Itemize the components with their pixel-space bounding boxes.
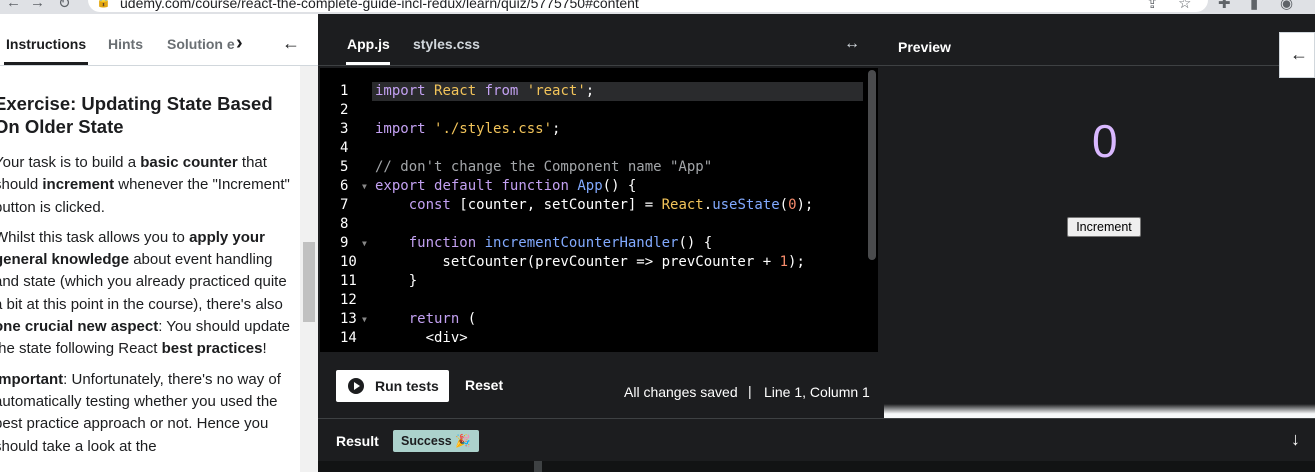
play-icon <box>348 378 364 394</box>
line-number: 4 <box>340 140 349 156</box>
instructions-content: Exercise: Updating State Based On Older … <box>0 92 294 466</box>
counter-value: 0 <box>1092 115 1118 167</box>
forward-nav-icon[interactable]: → <box>30 0 45 11</box>
result-output-area <box>318 461 1315 472</box>
code-line[interactable]: function incrementCounterHandler() { <box>375 234 712 253</box>
instruction-paragraph: Whilst this task allows you to apply you… <box>0 228 291 358</box>
editor-tabbar: App.js styles.css ↔ <box>318 14 881 66</box>
bookmark-star-icon[interactable]: ☆ <box>1178 0 1191 12</box>
result-bar: Result Success 🎉 ↓ <box>318 418 1315 472</box>
code-line[interactable]: const [counter, setCounter] = React.useS… <box>375 196 814 215</box>
exercise-title: Exercise: Updating State Based On Older … <box>0 93 273 137</box>
run-tests-label: Run tests <box>375 378 439 394</box>
preview-header: Preview ↔ <box>881 14 1315 66</box>
sidepanel-icon[interactable]: ▮ <box>1250 0 1258 12</box>
preview-frame: 0 Increment <box>884 66 1315 404</box>
line-number: 1 <box>340 83 349 99</box>
line-number: 2 <box>340 102 349 118</box>
chevron-right-icon[interactable]: › <box>236 32 243 55</box>
code-editor[interactable]: 1 2 3 4 5 6 7 8 9 10 11 12 13 14 ▼ ▼ ▼ i… <box>320 68 878 352</box>
line-number: 3 <box>340 121 349 137</box>
run-tests-button[interactable]: Run tests <box>336 370 449 402</box>
code-line[interactable]: } <box>375 272 417 291</box>
code-line[interactable]: export default function App() { <box>375 177 636 196</box>
reset-button[interactable]: Reset <box>465 377 503 393</box>
tab-hints[interactable]: Hints <box>108 36 143 52</box>
tab-app-js[interactable]: App.js <box>347 36 390 52</box>
instructions-tabbar: Instructions Hints Solution e › ← <box>0 14 318 66</box>
editor-active-tab-indicator <box>346 62 390 65</box>
fold-arrow-icon[interactable]: ▼ <box>362 177 367 196</box>
code-scrollbar[interactable] <box>868 70 876 260</box>
scrollbar-thumb[interactable] <box>303 242 315 322</box>
increment-button[interactable]: Increment <box>1067 217 1141 237</box>
code-line[interactable]: return ( <box>375 310 476 329</box>
code-line[interactable]: // don't change the Component name "App" <box>375 158 712 177</box>
line-number-gutter: 1 2 3 4 5 6 7 8 9 10 11 12 13 14 ▼ ▼ ▼ <box>320 68 370 352</box>
share-icon[interactable]: ⇪ <box>1146 0 1159 12</box>
tab-solution[interactable]: Solution e <box>167 36 235 52</box>
editor-footer: Run tests Reset All changes saved | Line… <box>318 352 881 418</box>
tab-instructions[interactable]: Instructions <box>6 36 86 52</box>
collapse-arrow-icon[interactable]: ← <box>282 33 300 54</box>
instruction-paragraph: Your task is to build a basic counter th… <box>0 154 290 216</box>
line-number: 11 <box>340 273 357 289</box>
instruction-paragraph: Important: Unfortunately, there's no way… <box>0 370 281 455</box>
arrow-down-icon[interactable]: ↓ <box>1291 429 1300 450</box>
expand-editor-icon[interactable]: ↔ <box>844 35 860 53</box>
status-separator: | <box>748 383 752 399</box>
back-nav-icon[interactable]: ← <box>6 0 21 11</box>
cursor-position: Line 1, Column 1 <box>764 384 870 400</box>
code-line[interactable]: import './styles.css'; <box>375 120 560 139</box>
profile-avatar[interactable]: ◉ <box>1280 0 1293 12</box>
fold-arrow-icon[interactable]: ▼ <box>362 234 367 253</box>
line-number: 12 <box>340 292 357 308</box>
save-status: All changes saved <box>624 384 738 400</box>
extensions-icon[interactable]: ✚ <box>1218 0 1231 12</box>
line-number: 14 <box>340 330 357 346</box>
url-text[interactable]: udemy.com/course/react-the-complete-guid… <box>120 0 639 11</box>
reload-icon[interactable]: ↻ <box>58 0 71 12</box>
line-number: 7 <box>340 197 349 213</box>
lock-icon: 🔒 <box>96 0 111 8</box>
back-to-lecture-button[interactable]: ← <box>1279 32 1315 78</box>
line-number: 10 <box>340 254 357 270</box>
active-tab-indicator <box>4 62 88 65</box>
instructions-panel: Instructions Hints Solution e › ← Exerci… <box>0 14 318 472</box>
code-line[interactable]: import React from 'react'; <box>375 82 594 101</box>
editor-panel: App.js styles.css ↔ 1 2 3 4 5 6 7 8 9 10… <box>318 14 881 418</box>
code-line[interactable]: setCounter(prevCounter => prevCounter + … <box>375 253 804 272</box>
browser-toolbar: ← → ↻ 🔒 udemy.com/course/react-the-compl… <box>0 0 1315 14</box>
result-title: Result <box>336 433 379 449</box>
tab-styles-css[interactable]: styles.css <box>413 36 480 52</box>
result-divider[interactable] <box>534 461 542 472</box>
code-line[interactable]: <div> <box>375 329 468 348</box>
fold-arrow-icon[interactable]: ▼ <box>362 310 367 329</box>
line-number: 8 <box>340 216 349 232</box>
line-number: 5 <box>340 159 349 175</box>
preview-title: Preview <box>898 39 951 55</box>
page-root: ← → ↻ 🔒 udemy.com/course/react-the-compl… <box>0 0 1315 472</box>
preview-footer-gradient <box>884 404 1315 418</box>
success-badge: Success 🎉 <box>393 430 479 452</box>
preview-panel: Preview ↔ 0 Increment ← <box>881 14 1315 418</box>
arrow-left-icon: ← <box>1290 44 1308 64</box>
